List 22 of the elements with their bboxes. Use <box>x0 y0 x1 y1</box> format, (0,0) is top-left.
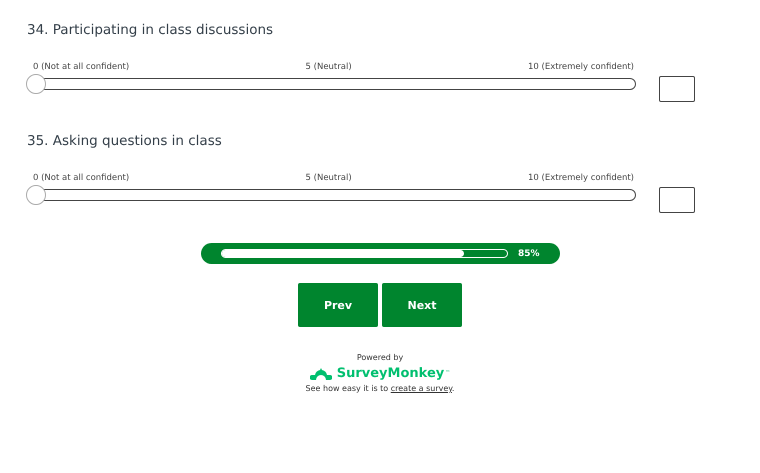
progress-percent: 85% <box>518 248 540 258</box>
scale-label: 5 (Neutral) <box>306 62 352 72</box>
scale-label: 10 (Extremely confident) <box>528 173 634 183</box>
question-title: 35. Asking questions in class <box>27 133 223 149</box>
slider-thumb[interactable] <box>26 185 46 205</box>
value-field[interactable] <box>659 187 695 213</box>
powered-by-text: Powered by <box>356 353 404 362</box>
scale-label: 0 (Not at all confident) <box>33 62 130 72</box>
scale-label: 0 (Not at all confident) <box>33 173 130 183</box>
scale-label: 5 (Neutral) <box>306 173 352 183</box>
scale-label: 10 (Extremely confident) <box>528 62 634 72</box>
value-field[interactable] <box>659 76 695 102</box>
brand-name: SurveyMonkey <box>336 366 444 381</box>
slider[interactable] <box>27 185 636 205</box>
monkey-icon <box>310 366 332 380</box>
slider-thumb[interactable] <box>26 74 46 94</box>
next-button[interactable]: Next <box>382 283 462 327</box>
footer-sentence: See how easy it is to create a survey. <box>306 384 454 393</box>
slider[interactable] <box>27 74 636 94</box>
create-survey-link[interactable]: create a survey <box>390 384 452 393</box>
prev-button[interactable]: Prev <box>298 283 378 327</box>
question-title: 34. Participating in class discussions <box>27 22 274 38</box>
